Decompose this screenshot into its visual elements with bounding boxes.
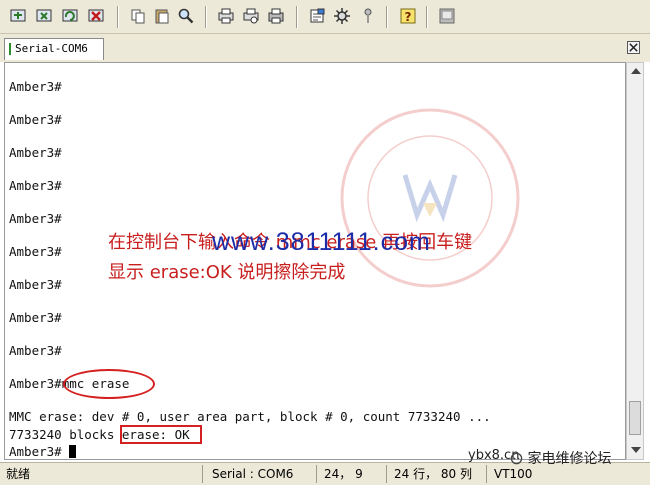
paste-icon[interactable] — [152, 6, 172, 26]
status-ready: 就绪 — [6, 467, 31, 481]
print-setup-icon[interactable] — [216, 6, 236, 26]
terminal-line: Amber3# — [9, 244, 62, 259]
terminal-line-prompt: Amber3# — [9, 444, 77, 459]
toolbar-separator — [386, 6, 388, 28]
scroll-down-icon[interactable] — [631, 447, 641, 453]
toolbar: ? — [0, 0, 650, 34]
terminal-prompt: Amber3# — [9, 444, 62, 459]
terminal-line: Amber3# — [9, 277, 62, 292]
screen-icon[interactable] — [437, 6, 457, 26]
terminal-line: Amber3# — [9, 343, 62, 358]
terminal-line: Amber3# — [9, 178, 62, 193]
terminal-line: Amber3# — [9, 79, 62, 94]
close-tab-button[interactable] — [627, 41, 640, 54]
quick-connect-icon[interactable] — [34, 6, 54, 26]
copy-icon[interactable] — [128, 6, 148, 26]
chat-bubble-icon — [510, 452, 523, 465]
status-divider — [316, 465, 317, 483]
tab-status-marker — [9, 43, 11, 55]
result-highlight-box — [120, 425, 202, 444]
connect-icon[interactable] — [8, 6, 28, 26]
toolbar-separator — [205, 6, 207, 28]
close-icon — [629, 43, 638, 52]
status-cursor-position: 24， 9 — [324, 467, 363, 481]
forum-logo-icon — [340, 108, 520, 288]
status-terminal-type: VT100 — [494, 467, 533, 481]
forum-name-watermark: 家电维修论坛 — [510, 448, 611, 468]
help-icon[interactable]: ? — [398, 6, 418, 26]
terminal-line: Amber3# — [9, 145, 62, 160]
key-icon[interactable] — [358, 6, 378, 26]
toolbar-separator — [117, 6, 119, 28]
terminal-blocks: 7733240 blocks — [9, 427, 115, 442]
tab-label: Serial-COM6 — [15, 42, 88, 55]
toolbar-separator — [296, 6, 298, 28]
status-divider — [202, 465, 203, 483]
status-size: 24 行， 80 列 — [394, 467, 472, 481]
status-connection: Serial : COM6 — [212, 467, 294, 481]
forum-name: 家电维修论坛 — [527, 451, 612, 467]
global-options-icon[interactable] — [332, 6, 352, 26]
find-icon[interactable] — [176, 6, 196, 26]
session-options-icon[interactable] — [307, 6, 327, 26]
terminal-line: Amber3# — [9, 211, 62, 226]
tab-serial-com6[interactable]: Serial-COM6 — [4, 38, 104, 60]
annotation-line-2: 显示 erase:OK 说明擦除完成 — [108, 262, 346, 283]
terminal-line: Amber3# — [9, 112, 62, 127]
terminal-cursor — [69, 445, 77, 458]
status-divider — [386, 465, 387, 483]
url-watermark: www.3811111.com — [212, 228, 431, 256]
terminal-line-erase-info: MMC erase: dev # 0, user area part, bloc… — [9, 409, 491, 424]
svg-text:?: ? — [405, 10, 412, 24]
terminal-line: Amber3# — [9, 310, 62, 325]
vertical-scrollbar[interactable] — [626, 62, 644, 460]
terminal-prompt: Amber3# — [9, 376, 62, 391]
status-divider — [486, 465, 487, 483]
tab-strip: Serial-COM6 — [0, 34, 650, 62]
command-highlight-ellipse — [63, 369, 155, 399]
toolbar-separator — [426, 6, 428, 28]
print-preview-icon[interactable] — [241, 6, 261, 26]
reconnect-icon[interactable] — [60, 6, 80, 26]
disconnect-icon[interactable] — [86, 6, 106, 26]
print-icon[interactable] — [266, 6, 286, 26]
scrollbar-thumb[interactable] — [629, 401, 641, 435]
scroll-up-icon[interactable] — [631, 68, 641, 74]
